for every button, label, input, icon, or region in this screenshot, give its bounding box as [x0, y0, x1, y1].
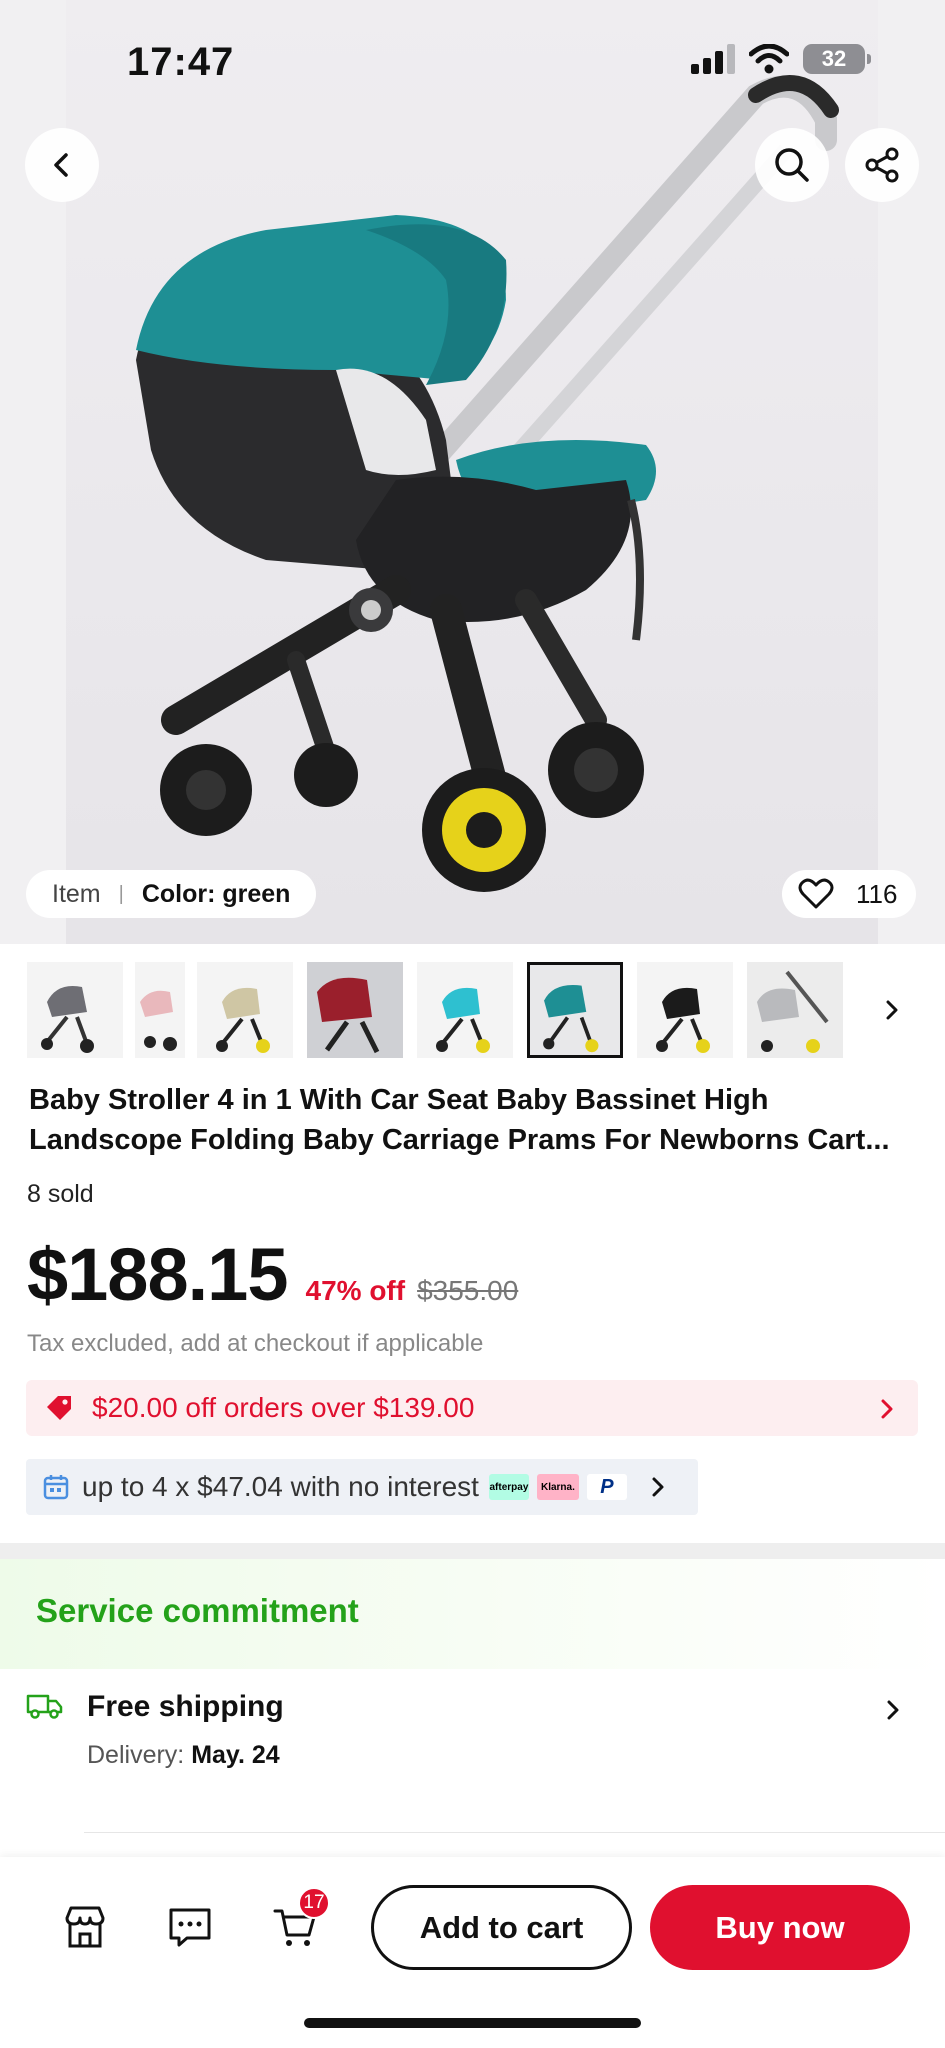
sold-count: 8 sold [27, 1180, 94, 1208]
pill-separator: | [118, 882, 124, 905]
delivery-date: May. 24 [191, 1741, 280, 1769]
battery-indicator: 32 [803, 44, 871, 74]
stroller-product-image [136, 75, 839, 892]
installment-text: up to 4 x $47.04 with no interest [82, 1471, 479, 1502]
store-icon[interactable] [62, 1904, 108, 1950]
original-price: $355.00 [417, 1275, 519, 1306]
klarna-logo: Klarna. [536, 1474, 579, 1500]
product-title: Baby Stroller 4 in 1 With Car Seat Baby … [29, 1084, 890, 1156]
variant-pill[interactable]: Item | Color: green [26, 870, 317, 918]
row-divider [84, 1832, 945, 1833]
tax-note: Tax excluded, add at checkout if applica… [27, 1330, 484, 1357]
delivery-estimate: Delivery: May. 24 [87, 1741, 280, 1770]
status-icons: 32 [691, 44, 871, 74]
status-bar: 17:47 32 [0, 0, 945, 120]
item-label: Item [52, 879, 101, 908]
status-time: 17:47 [127, 40, 235, 84]
cellular-signal-icon [691, 44, 735, 74]
search-button[interactable] [755, 128, 829, 202]
coupon-banner[interactable]: $20.00 off orders over $139.00 [26, 1380, 918, 1436]
chevron-right-icon [881, 1399, 893, 1419]
thumbnail-stroller-image [135, 962, 185, 1058]
thumbnail-stroller-image [530, 965, 620, 1055]
buy-now-button[interactable]: Buy now [650, 1885, 910, 1970]
like-count: 116 [856, 878, 898, 909]
current-price: $188.15 [27, 1233, 288, 1316]
thumbnail-item[interactable] [197, 962, 293, 1058]
calendar-icon [43, 1475, 69, 1500]
free-shipping-title: Free shipping [87, 1690, 284, 1723]
home-indicator [304, 2018, 641, 2028]
thumbnail-item[interactable] [747, 962, 843, 1058]
thumbnail-stroller-image [417, 962, 513, 1058]
thumbnail-item[interactable] [307, 962, 403, 1058]
delivery-label: Delivery: [87, 1741, 192, 1769]
afterpay-logo: afterpay [488, 1474, 529, 1500]
share-icon [865, 147, 899, 183]
product-image-hero[interactable]: 17:47 32 Item | Color: green 116 [0, 0, 945, 944]
heart-icon [798, 878, 834, 909]
coupon-text: $20.00 off orders over $139.00 [92, 1392, 475, 1423]
thumbnail-item[interactable] [637, 962, 733, 1058]
chat-icon[interactable] [167, 1904, 213, 1950]
installment-banner[interactable]: up to 4 x $47.04 with no interest afterp… [26, 1459, 698, 1515]
section-divider [0, 1543, 945, 1559]
truck-icon [26, 1694, 63, 1719]
chevron-left-icon [54, 153, 68, 177]
cart-count-badge: 17 [298, 1887, 330, 1919]
thumbnail-next-chevron-icon[interactable] [882, 995, 902, 1025]
back-button[interactable] [25, 128, 99, 202]
thumbnail-item-selected[interactable] [527, 962, 623, 1058]
paypal-logo: P [586, 1474, 627, 1500]
share-button[interactable] [845, 128, 919, 202]
thumbnail-item[interactable] [417, 962, 513, 1058]
thumbnail-stroller-image [27, 962, 123, 1058]
price-row: $188.15 47% off $355.00 [27, 1232, 518, 1317]
chevron-right-icon [652, 1477, 664, 1497]
selected-color-label: Color: green [141, 879, 291, 908]
service-commitment-title: Service commitment [36, 1592, 359, 1629]
wishlist-button[interactable]: 116 [782, 870, 916, 918]
thumbnail-item[interactable] [135, 962, 185, 1058]
shipping-chevron-right-icon[interactable] [884, 1697, 902, 1723]
discount-badge: 47% off [305, 1275, 406, 1306]
search-icon [775, 148, 809, 182]
thumbnail-stroller-image [637, 962, 733, 1058]
thumbnail-stroller-image [307, 962, 403, 1058]
thumbnail-stroller-image [747, 962, 843, 1058]
thumbnail-strip [0, 962, 945, 1058]
wifi-icon [749, 44, 789, 74]
thumbnail-stroller-image [197, 962, 293, 1058]
add-to-cart-button[interactable]: Add to cart [371, 1885, 632, 1970]
thumbnail-item[interactable] [27, 962, 123, 1058]
price-tag-icon [47, 1396, 71, 1420]
